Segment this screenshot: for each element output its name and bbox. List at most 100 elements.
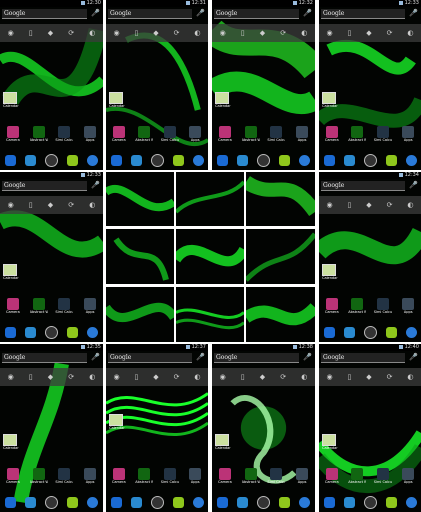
wallpaper-thumb[interactable] [176,287,244,342]
wallpaper-thumb[interactable] [246,287,315,342]
mic-icon[interactable]: 🎤 [409,181,418,190]
calculator-app[interactable]: Simi Calculato [55,468,73,488]
mic-icon[interactable]: 🎤 [196,9,205,18]
apps-app[interactable]: Apps [81,298,99,318]
gps-icon[interactable]: ◆ [366,201,371,209]
brightness-icon[interactable]: ◐ [194,373,200,381]
messaging-icon[interactable] [172,496,184,508]
gps-icon[interactable]: ◆ [366,373,371,381]
bluetooth-icon[interactable]: ▯ [134,29,138,37]
calendar-widget[interactable]: Calendar [322,264,338,280]
camera-app[interactable]: Camera [4,298,22,318]
wallpaper-thumb[interactable] [246,229,315,284]
messaging-icon[interactable] [279,154,291,166]
messaging-icon[interactable] [385,154,397,166]
contacts-icon[interactable] [24,326,36,338]
phone-icon[interactable] [110,496,122,508]
abstract-wp-app[interactable]: Abstract WP [348,126,366,146]
wifi-icon[interactable]: ◉ [220,373,226,381]
all-apps-icon[interactable] [256,153,270,167]
wifi-icon[interactable]: ◉ [8,201,14,209]
brightness-icon[interactable]: ◐ [194,29,200,37]
apps-app[interactable]: Apps [399,298,417,318]
phone-icon[interactable] [4,154,16,166]
bluetooth-icon[interactable]: ▯ [29,201,33,209]
calculator-app[interactable]: Simi Calculato [374,126,392,146]
camera-app[interactable]: Camera [110,468,128,488]
abstract-wp-app[interactable]: Abstract WP [242,468,260,488]
browser-icon[interactable] [405,326,417,338]
abstract-wp-app[interactable]: Abstract WP [135,126,153,146]
search-bar[interactable]: Google [2,353,87,363]
wifi-icon[interactable]: ◉ [326,373,332,381]
contacts-icon[interactable] [343,326,355,338]
gps-icon[interactable]: ◆ [153,29,158,37]
calendar-widget[interactable]: Calendar [215,92,231,108]
calculator-app[interactable]: Simi Calculato [267,468,285,488]
sync-icon[interactable]: ⟳ [387,373,393,381]
gps-icon[interactable]: ◆ [48,373,53,381]
sync-icon[interactable]: ⟳ [387,29,393,37]
sync-icon[interactable]: ⟳ [280,373,286,381]
wallpaper-thumb[interactable] [246,172,315,226]
wifi-icon[interactable]: ◉ [326,201,332,209]
calendar-widget[interactable]: Calendar [109,414,125,430]
mic-icon[interactable]: 🎤 [303,9,312,18]
contacts-icon[interactable] [24,154,36,166]
mic-icon[interactable]: 🎤 [91,9,100,18]
contacts-icon[interactable] [236,154,248,166]
contacts-icon[interactable] [343,154,355,166]
wifi-icon[interactable]: ◉ [113,373,119,381]
abstract-wp-app[interactable]: Abstract WP [348,298,366,318]
brightness-icon[interactable]: ◐ [89,373,95,381]
calculator-app[interactable]: Simi Calculato [55,126,73,146]
contacts-icon[interactable] [24,496,36,508]
bluetooth-icon[interactable]: ▯ [347,29,351,37]
phone-icon[interactable] [4,496,16,508]
all-apps-icon[interactable] [44,325,58,339]
search-bar[interactable]: Google [2,181,87,191]
all-apps-icon[interactable] [44,153,58,167]
bluetooth-icon[interactable]: ▯ [241,29,245,37]
apps-app[interactable]: Apps [81,126,99,146]
mic-icon[interactable]: 🎤 [91,353,100,362]
messaging-icon[interactable] [67,496,79,508]
phone-icon[interactable] [323,154,335,166]
messaging-icon[interactable] [385,496,397,508]
apps-app[interactable]: Apps [81,468,99,488]
apps-app[interactable]: Apps [186,468,204,488]
messaging-icon[interactable] [67,154,79,166]
wallpaper-thumb[interactable] [176,229,244,284]
wifi-icon[interactable]: ◉ [220,29,226,37]
contacts-icon[interactable] [236,496,248,508]
camera-app[interactable]: Camera [323,468,341,488]
all-apps-icon[interactable] [44,495,58,509]
phone-icon[interactable] [216,496,228,508]
camera-app[interactable]: Camera [216,468,234,488]
apps-app[interactable]: Apps [293,468,311,488]
search-bar[interactable]: Google [108,353,192,363]
messaging-icon[interactable] [279,496,291,508]
sync-icon[interactable]: ⟳ [174,373,180,381]
wallpaper-thumb[interactable] [106,172,174,226]
phone-icon[interactable] [4,326,16,338]
wallpaper-thumb[interactable] [106,287,174,342]
all-apps-icon[interactable] [150,495,164,509]
search-bar[interactable]: Google [321,181,405,191]
all-apps-icon[interactable] [150,153,164,167]
search-bar[interactable]: Google [321,9,405,19]
browser-icon[interactable] [405,496,417,508]
bluetooth-icon[interactable]: ▯ [347,373,351,381]
camera-app[interactable]: Camera [4,468,22,488]
gps-icon[interactable]: ◆ [260,29,265,37]
calendar-widget[interactable]: Calendar [322,92,338,108]
browser-icon[interactable] [405,154,417,166]
wifi-icon[interactable]: ◉ [8,29,14,37]
apps-app[interactable]: Apps [186,126,204,146]
gps-icon[interactable]: ◆ [366,29,371,37]
calendar-widget[interactable]: Calendar [215,434,231,450]
search-bar[interactable]: Google [2,9,87,19]
abstract-wp-app[interactable]: Abstract WP [30,468,48,488]
search-bar[interactable]: Google [214,9,299,19]
abstract-wp-app[interactable]: Abstract WP [348,468,366,488]
